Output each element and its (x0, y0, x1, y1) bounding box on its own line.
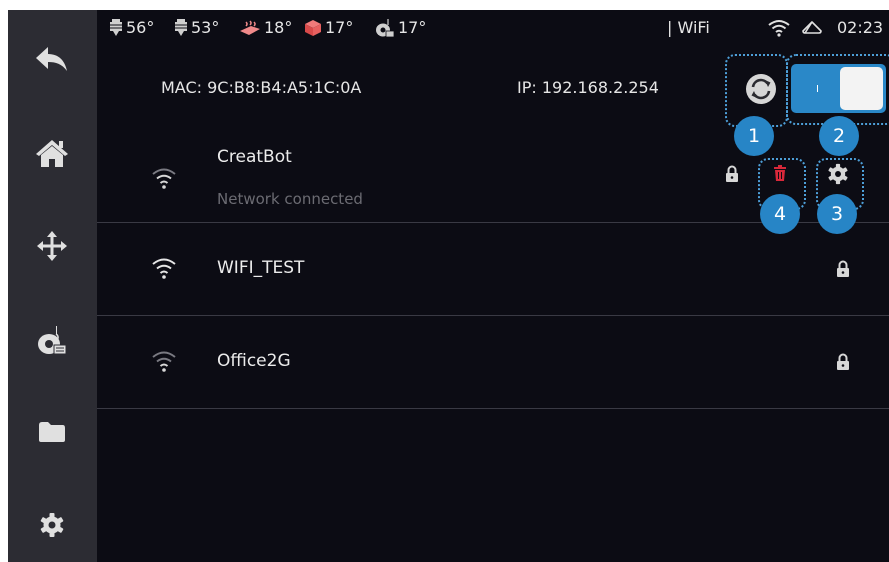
folder-icon (39, 422, 65, 442)
nozzle-2-temp: 53° (174, 18, 219, 37)
nozzle-2-value: 53° (191, 18, 220, 37)
wifi-strength-icon (152, 168, 176, 189)
callout-badge: 3 (817, 194, 857, 234)
sidebar-item-move[interactable] (22, 218, 82, 274)
callout-badge: 2 (819, 116, 859, 156)
chamber-value: 17° (325, 18, 354, 37)
connection-label: | WiFi (667, 18, 710, 37)
nozzle-1-icon (110, 18, 122, 36)
nozzle-1-temp: 56° (109, 18, 154, 37)
sidebar (8, 10, 97, 562)
row-divider (97, 408, 889, 409)
wifi-settings-screen: 56° 53° 18° 17° 17° | WiFi 02:23 MAC: 9C… (8, 10, 889, 562)
sidebar-item-files[interactable] (22, 404, 82, 460)
status-bar: 56° 53° 18° 17° 17° | WiFi 02:23 (105, 10, 889, 46)
network-ssid: WIFI_TEST (217, 258, 305, 278)
gear-icon (40, 513, 64, 537)
back-arrow-icon (36, 47, 67, 71)
wifi-strength-icon (152, 258, 176, 279)
move-arrows-icon (37, 231, 67, 261)
network-status: Network connected (217, 190, 363, 208)
sidebar-item-settings[interactable] (22, 497, 82, 553)
filament-spool-icon (38, 326, 67, 355)
wifi-strength-icon (152, 351, 176, 372)
heated-bed-icon (240, 19, 260, 35)
chamber-icon (305, 19, 321, 36)
ip-address: IP: 192.168.2.254 (517, 78, 659, 97)
lock-icon (837, 353, 849, 370)
sidebar-item-filament[interactable] (22, 312, 82, 368)
nozzle-1-value: 56° (126, 18, 155, 37)
gear-icon[interactable] (827, 163, 849, 185)
callout-badge: 4 (760, 194, 800, 234)
filament-value: 17° (398, 18, 427, 37)
lock-icon (726, 165, 738, 182)
network-ssid: CreatBot (217, 147, 292, 167)
network-ssid: Office2G (217, 351, 291, 371)
highlight-toggle (786, 54, 889, 125)
mac-address: MAC: 9C:B8:B4:A5:1C:0A (161, 78, 362, 97)
home-icon (36, 140, 68, 167)
sidebar-item-home[interactable] (22, 125, 82, 181)
network-row[interactable]: WIFI_TEST (97, 223, 889, 315)
nozzle-2-icon (175, 18, 187, 36)
wifi-signal-icon (768, 20, 790, 37)
filament-temp: 17° (375, 18, 426, 37)
callout-badge: 1 (734, 116, 774, 156)
cloud-icon (802, 21, 822, 34)
chamber-temp: 17° (304, 18, 353, 37)
clock: 02:23 (837, 18, 884, 37)
lock-icon (837, 260, 849, 277)
heated-bed-value: 18° (264, 18, 293, 37)
network-row[interactable]: Office2G (97, 316, 889, 408)
trash-icon[interactable] (774, 165, 786, 181)
sidebar-item-back[interactable] (22, 31, 82, 87)
filament-spool-icon (376, 18, 395, 37)
heated-bed-temp: 18° (239, 18, 292, 37)
